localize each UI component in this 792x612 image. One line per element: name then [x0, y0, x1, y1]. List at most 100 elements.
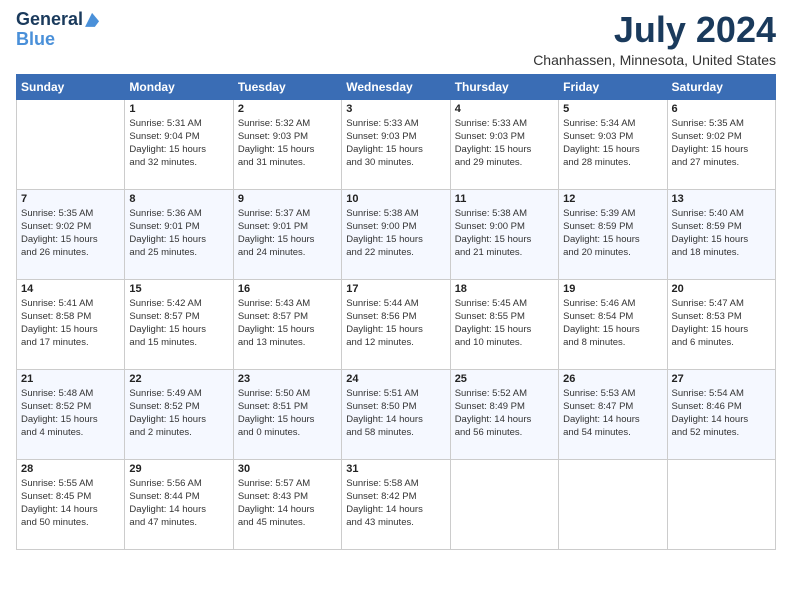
day-info: Sunrise: 5:36 AMSunset: 9:01 PMDaylight:… [129, 207, 228, 260]
day-info: Sunrise: 5:31 AMSunset: 9:04 PMDaylight:… [129, 117, 228, 170]
week-row-2: 7 Sunrise: 5:35 AMSunset: 9:02 PMDaylight… [17, 189, 776, 279]
day-number: 15 [129, 283, 228, 295]
day-number: 16 [238, 283, 337, 295]
logo-blue: Blue [16, 30, 55, 50]
day-info: Sunrise: 5:37 AMSunset: 9:01 PMDaylight:… [238, 207, 337, 260]
day-info: Sunrise: 5:42 AMSunset: 8:57 PMDaylight:… [129, 297, 228, 350]
day-cell: 4 Sunrise: 5:33 AMSunset: 9:03 PMDaylight… [450, 99, 558, 189]
day-number: 12 [563, 193, 662, 205]
day-cell: 12 Sunrise: 5:39 AMSunset: 8:59 PMDayligh… [559, 189, 667, 279]
day-info: Sunrise: 5:50 AMSunset: 8:51 PMDaylight:… [238, 387, 337, 440]
day-info: Sunrise: 5:34 AMSunset: 9:03 PMDaylight:… [563, 117, 662, 170]
day-cell: 14 Sunrise: 5:41 AMSunset: 8:58 PMDayligh… [17, 279, 125, 369]
weekday-header-sunday: Sunday [17, 74, 125, 99]
day-cell: 3Sunrise: 5:33 AMSunset: 9:03 PMDaylight… [342, 99, 450, 189]
day-info: Sunrise: 5:44 AMSunset: 8:56 PMDaylight:… [346, 297, 445, 350]
day-info: Sunrise: 5:47 AMSunset: 8:53 PMDaylight:… [672, 297, 771, 350]
week-row-4: 21 Sunrise: 5:48 AMSunset: 8:52 PMDayligh… [17, 369, 776, 459]
page: General Blue July 2024 Chanhassen, Minne… [0, 0, 792, 612]
day-cell: 25 Sunrise: 5:52 AMSunset: 8:49 PMDayligh… [450, 369, 558, 459]
day-cell: 8 Sunrise: 5:36 AMSunset: 9:01 PMDaylight… [125, 189, 233, 279]
week-row-5: 28 Sunrise: 5:55 AMSunset: 8:45 PMDayligh… [17, 459, 776, 549]
day-number: 21 [21, 373, 120, 385]
day-cell [559, 459, 667, 549]
weekday-header-monday: Monday [125, 74, 233, 99]
day-info: Sunrise: 5:56 AMSunset: 8:44 PMDaylight:… [129, 477, 228, 530]
day-number: 17 [346, 283, 445, 295]
day-number: 8 [129, 193, 228, 205]
day-info: Sunrise: 5:55 AMSunset: 8:45 PMDaylight:… [21, 477, 120, 530]
day-number: 31 [346, 463, 445, 475]
day-info: Sunrise: 5:33 AMSunset: 9:03 PMDaylight:… [346, 117, 445, 170]
day-cell [17, 99, 125, 189]
day-info: Sunrise: 5:52 AMSunset: 8:49 PMDaylight:… [455, 387, 554, 440]
day-info: Sunrise: 5:39 AMSunset: 8:59 PMDaylight:… [563, 207, 662, 260]
day-cell: 15 Sunrise: 5:42 AMSunset: 8:57 PMDayligh… [125, 279, 233, 369]
day-cell: 19Sunrise: 5:46 AMSunset: 8:54 PMDayligh… [559, 279, 667, 369]
day-info: Sunrise: 5:38 AMSunset: 9:00 PMDaylight:… [455, 207, 554, 260]
day-cell: 2 Sunrise: 5:32 AMSunset: 9:03 PMDaylight… [233, 99, 341, 189]
day-cell: 21 Sunrise: 5:48 AMSunset: 8:52 PMDayligh… [17, 369, 125, 459]
logo-icon [85, 13, 99, 27]
day-cell: 16 Sunrise: 5:43 AMSunset: 8:57 PMDayligh… [233, 279, 341, 369]
weekday-header-thursday: Thursday [450, 74, 558, 99]
day-info: Sunrise: 5:35 AMSunset: 9:02 PMDaylight:… [672, 117, 771, 170]
day-number: 14 [21, 283, 120, 295]
logo: General Blue [16, 10, 99, 50]
header: General Blue July 2024 Chanhassen, Minne… [16, 10, 776, 68]
day-cell: 18Sunrise: 5:45 AMSunset: 8:55 PMDayligh… [450, 279, 558, 369]
day-number: 1 [129, 103, 228, 115]
day-number: 7 [21, 193, 120, 205]
day-cell: 9 Sunrise: 5:37 AMSunset: 9:01 PMDaylight… [233, 189, 341, 279]
day-cell: 1 Sunrise: 5:31 AMSunset: 9:04 PMDaylight… [125, 99, 233, 189]
day-number: 30 [238, 463, 337, 475]
week-row-3: 14 Sunrise: 5:41 AMSunset: 8:58 PMDayligh… [17, 279, 776, 369]
weekday-header-row: SundayMondayTuesdayWednesdayThursdayFrid… [17, 74, 776, 99]
day-number: 25 [455, 373, 554, 385]
day-number: 4 [455, 103, 554, 115]
day-info: Sunrise: 5:32 AMSunset: 9:03 PMDaylight:… [238, 117, 337, 170]
weekday-header-friday: Friday [559, 74, 667, 99]
weekday-header-wednesday: Wednesday [342, 74, 450, 99]
day-cell: 27Sunrise: 5:54 AMSunset: 8:46 PMDayligh… [667, 369, 775, 459]
day-info: Sunrise: 5:41 AMSunset: 8:58 PMDaylight:… [21, 297, 120, 350]
day-cell: 29 Sunrise: 5:56 AMSunset: 8:44 PMDayligh… [125, 459, 233, 549]
day-number: 18 [455, 283, 554, 295]
day-cell: 17 Sunrise: 5:44 AMSunset: 8:56 PMDayligh… [342, 279, 450, 369]
day-number: 23 [238, 373, 337, 385]
day-number: 6 [672, 103, 771, 115]
month-title: July 2024 [533, 10, 776, 50]
weekday-header-tuesday: Tuesday [233, 74, 341, 99]
day-number: 10 [346, 193, 445, 205]
day-number: 5 [563, 103, 662, 115]
day-number: 28 [21, 463, 120, 475]
day-cell: 23 Sunrise: 5:50 AMSunset: 8:51 PMDayligh… [233, 369, 341, 459]
day-cell: 6 Sunrise: 5:35 AMSunset: 9:02 PMDaylight… [667, 99, 775, 189]
day-info: Sunrise: 5:51 AMSunset: 8:50 PMDaylight:… [346, 387, 445, 440]
day-info: Sunrise: 5:48 AMSunset: 8:52 PMDaylight:… [21, 387, 120, 440]
day-number: 9 [238, 193, 337, 205]
day-info: Sunrise: 5:35 AMSunset: 9:02 PMDaylight:… [21, 207, 120, 260]
day-number: 29 [129, 463, 228, 475]
day-number: 22 [129, 373, 228, 385]
day-info: Sunrise: 5:33 AMSunset: 9:03 PMDaylight:… [455, 117, 554, 170]
day-cell: 28 Sunrise: 5:55 AMSunset: 8:45 PMDayligh… [17, 459, 125, 549]
location: Chanhassen, Minnesota, United States [533, 52, 776, 68]
day-info: Sunrise: 5:49 AMSunset: 8:52 PMDaylight:… [129, 387, 228, 440]
day-number: 19 [563, 283, 662, 295]
title-area: July 2024 Chanhassen, Minnesota, United … [533, 10, 776, 68]
day-cell: 31Sunrise: 5:58 AMSunset: 8:42 PMDayligh… [342, 459, 450, 549]
day-number: 2 [238, 103, 337, 115]
day-info: Sunrise: 5:54 AMSunset: 8:46 PMDaylight:… [672, 387, 771, 440]
day-number: 26 [563, 373, 662, 385]
day-number: 20 [672, 283, 771, 295]
day-cell: 11 Sunrise: 5:38 AMSunset: 9:00 PMDayligh… [450, 189, 558, 279]
calendar-table: SundayMondayTuesdayWednesdayThursdayFrid… [16, 74, 776, 550]
day-cell: 30Sunrise: 5:57 AMSunset: 8:43 PMDayligh… [233, 459, 341, 549]
day-number: 11 [455, 193, 554, 205]
day-cell: 7 Sunrise: 5:35 AMSunset: 9:02 PMDaylight… [17, 189, 125, 279]
logo-general: General [16, 10, 83, 30]
day-cell [667, 459, 775, 549]
day-cell: 20 Sunrise: 5:47 AMSunset: 8:53 PMDayligh… [667, 279, 775, 369]
day-info: Sunrise: 5:43 AMSunset: 8:57 PMDaylight:… [238, 297, 337, 350]
